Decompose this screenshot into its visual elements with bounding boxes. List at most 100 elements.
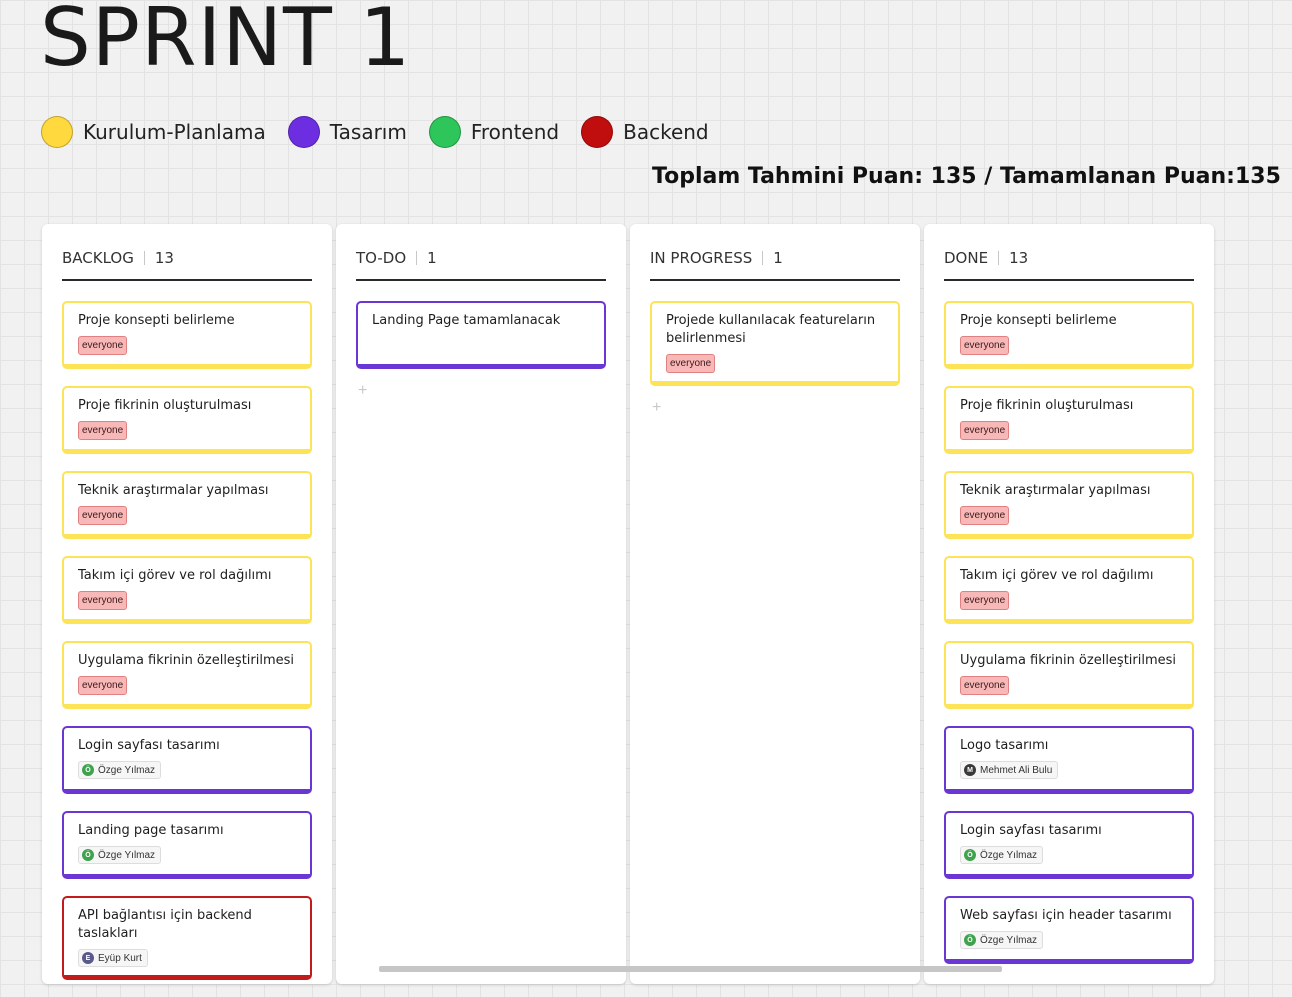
task-card[interactable]: Uygulama fikrinin özelleştirilmesi everyo… <box>944 641 1194 709</box>
legend-label: Frontend <box>470 120 560 144</box>
points-summary: Toplam Tahmini Puan: 135 / Tamamlanan Pu… <box>652 164 1281 189</box>
column-header[interactable]: DONE 13 <box>944 240 1194 281</box>
task-tag[interactable]: everyone <box>960 676 1010 695</box>
task-card[interactable]: Proje konsepti belirleme everyone <box>944 301 1194 369</box>
column-in-progress: IN PROGRESS 1 Projede kullanılacak featu… <box>630 224 920 984</box>
assignee-chip[interactable]: Ö Özge Yılmaz <box>960 846 1044 864</box>
task-card-title: Takım içi görev ve rol dağılımı <box>960 568 1154 583</box>
card-list: Projede kullanılacak featureların belirl… <box>650 301 900 417</box>
task-card-title: Teknik araştırmalar yapılması <box>78 483 269 498</box>
task-card-title: Landing Page tamamlanacak <box>372 313 561 328</box>
column-header[interactable]: TO-DO 1 <box>356 240 606 281</box>
legend-dot <box>581 116 614 148</box>
legend-item-tasarim: Tasarım <box>287 116 407 148</box>
avatar: Ö <box>964 934 976 946</box>
avatar: E <box>82 952 94 964</box>
column-count: 13 <box>154 248 174 267</box>
column-title: BACKLOG <box>62 248 134 267</box>
task-card[interactable]: Proje fikrinin oluşturulması everyone <box>62 386 312 454</box>
task-card[interactable]: Teknik araştırmalar yapılması everyone <box>62 471 312 539</box>
task-card-title: Login sayfası tasarımı <box>960 823 1102 838</box>
task-card-title: Login sayfası tasarımı <box>78 738 220 753</box>
task-card-title: Web sayfası için header tasarımı <box>960 908 1172 923</box>
legend-label: Tasarım <box>329 120 407 144</box>
task-card-title: Proje fikrinin oluşturulması <box>960 398 1134 413</box>
task-card[interactable]: Web sayfası için header tasarımı Ö Özge Yı… <box>944 896 1194 964</box>
avatar: M <box>964 764 976 776</box>
horizontal-scrollbar[interactable] <box>379 966 1002 972</box>
legend-item-kurulum: Kurulum-Planlama <box>41 116 266 148</box>
assignee-chip[interactable]: Ö Özge Yılmaz <box>960 931 1044 949</box>
task-tag[interactable]: everyone <box>666 354 716 373</box>
task-card[interactable]: Login sayfası tasarımı Ö Özge Yılmaz <box>62 726 312 794</box>
column-count: 13 <box>1009 248 1029 267</box>
task-card[interactable]: Login sayfası tasarımı Ö Özge Yılmaz <box>944 811 1194 879</box>
task-card[interactable]: Proje konsepti belirleme everyone <box>62 301 312 369</box>
card-list: Landing Page tamamlanacak + <box>356 301 606 400</box>
legend-label: Backend <box>623 120 709 144</box>
assignee-name: Özge Yılmaz <box>98 849 156 861</box>
task-card[interactable]: API bağlantısı için backend taslakları E E… <box>62 896 312 980</box>
task-card[interactable]: Teknik araştırmalar yapılması everyone <box>944 471 1194 539</box>
assignee-chip[interactable]: M Mehmet Ali Bulu <box>960 761 1059 779</box>
assignee-name: Özge Yılmaz <box>980 849 1038 861</box>
avatar: Ö <box>964 849 976 861</box>
task-card[interactable]: Proje fikrinin oluşturulması everyone <box>944 386 1194 454</box>
task-card-title: Landing page tasarımı <box>78 823 224 838</box>
column-header-divider <box>416 250 418 265</box>
task-tag[interactable]: everyone <box>960 336 1010 355</box>
task-card[interactable]: Takım içi görev ve rol dağılımı everyone <box>62 556 312 624</box>
column-header[interactable]: IN PROGRESS 1 <box>650 240 900 281</box>
column-title: TO-DO <box>356 248 407 267</box>
task-tag[interactable]: everyone <box>78 336 128 355</box>
assignee-chip[interactable]: Ö Özge Yılmaz <box>78 846 162 864</box>
column-done: DONE 13 Proje konsepti belirleme everyone… <box>924 224 1214 984</box>
task-card-title: Proje fikrinin oluşturulması <box>78 398 252 413</box>
task-card-title: Teknik araştırmalar yapılması <box>960 483 1151 498</box>
task-card-title: Logo tasarımı <box>960 738 1049 753</box>
legend-label: Kurulum-Planlama <box>83 120 266 144</box>
assignee-name: Özge Yılmaz <box>98 764 156 776</box>
assignee-chip[interactable]: Ö Özge Yılmaz <box>78 761 162 779</box>
column-count: 1 <box>773 248 783 267</box>
task-tag[interactable]: everyone <box>960 506 1010 525</box>
task-tag[interactable]: everyone <box>78 591 128 610</box>
column-title: DONE <box>944 248 989 267</box>
assignee-name: Özge Yılmaz <box>980 934 1038 946</box>
assignee-name: Eyüp Kurt <box>98 952 142 964</box>
task-tag[interactable]: everyone <box>78 676 128 695</box>
task-card[interactable]: Landing Page tamamlanacak <box>356 301 606 369</box>
task-card[interactable]: Projede kullanılacak featureların belirl… <box>650 301 900 386</box>
card-list: Proje konsepti belirleme everyone Proje fi… <box>62 301 312 997</box>
task-card[interactable]: Uygulama fikrinin özelleştirilmesi everyo… <box>62 641 312 709</box>
task-card[interactable]: Takım içi görev ve rol dağılımı everyone <box>944 556 1194 624</box>
legend-dot <box>428 116 461 148</box>
legend-item-frontend: Frontend <box>428 116 560 148</box>
legend-item-backend: Backend <box>581 116 709 148</box>
task-tag[interactable]: everyone <box>960 421 1010 440</box>
column-title: IN PROGRESS <box>650 248 753 267</box>
task-card-title: Uygulama fikrinin özelleştirilmesi <box>78 653 295 668</box>
task-card[interactable]: Landing page tasarımı Ö Özge Yılmaz <box>62 811 312 879</box>
task-card-title: Proje konsepti belirleme <box>78 313 235 328</box>
card-list: Proje konsepti belirleme everyone Proje fi… <box>944 301 1194 981</box>
column-header-divider <box>762 250 764 265</box>
legend-dot <box>287 116 320 148</box>
column-header-divider <box>998 250 1000 265</box>
add-card-icon[interactable]: + <box>358 382 372 400</box>
task-card-title: Projede kullanılacak featureların belirl… <box>666 313 876 346</box>
assignee-name: Mehmet Ali Bulu <box>980 764 1053 776</box>
task-tag[interactable]: everyone <box>960 591 1010 610</box>
legend-dot <box>41 116 73 148</box>
task-card-title: Uygulama fikrinin özelleştirilmesi <box>960 653 1177 668</box>
column-backlog: BACKLOG 13 Proje konsepti belirleme every… <box>42 224 332 984</box>
task-card-title: API bağlantısı için backend taslakları <box>78 908 252 941</box>
task-tag[interactable]: everyone <box>78 506 128 525</box>
color-legend: Kurulum-Planlama Tasarım Frontend Backen… <box>41 116 731 148</box>
add-card-icon[interactable]: + <box>652 399 666 417</box>
task-tag[interactable]: everyone <box>78 421 128 440</box>
avatar: Ö <box>82 764 94 776</box>
column-header[interactable]: BACKLOG 13 <box>62 240 312 281</box>
task-card[interactable]: Logo tasarımı M Mehmet Ali Bulu <box>944 726 1194 794</box>
assignee-chip[interactable]: E Eyüp Kurt <box>78 949 148 967</box>
